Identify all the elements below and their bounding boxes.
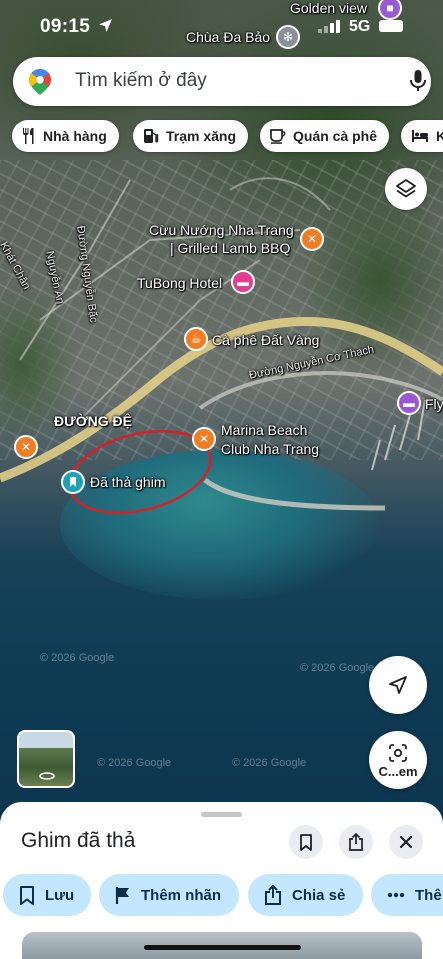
label-ca-phe[interactable]: Cà phê Đất Vàng — [212, 332, 319, 348]
label-dropped-pin[interactable]: Đã thả ghim — [90, 474, 165, 490]
layers-icon — [396, 179, 416, 198]
map-copyright: © 2026 Google — [40, 652, 115, 664]
flag-icon — [115, 886, 129, 904]
save-button-label: Lưu — [45, 886, 75, 904]
more-button[interactable]: Thê — [371, 874, 443, 916]
status-bar: 09:15 5G — [0, 0, 443, 52]
chip-hotels[interactable]: K — [401, 120, 443, 152]
share-icon-button[interactable] — [339, 825, 373, 859]
network-type: 5G — [349, 18, 371, 35]
layers-button[interactable] — [385, 168, 427, 210]
search-bar[interactable]: Tìm kiếm ở đây — [13, 57, 431, 106]
restaurant-poi-icon-2[interactable]: ✕ — [14, 435, 38, 459]
label-tubong[interactable]: TuBong Hotel — [137, 275, 222, 291]
my-location-button[interactable] — [369, 656, 427, 714]
map-copyright-2: © 2026 Google — [300, 662, 375, 674]
hotel-poi-icon-2[interactable]: ▬ — [397, 391, 421, 415]
cafe-poi-icon[interactable]: ☕ — [184, 327, 208, 351]
battery-icon — [379, 20, 403, 32]
gas-pump-icon — [144, 129, 159, 143]
fork-knife-icon — [23, 128, 34, 144]
more-button-label: Thê — [415, 886, 442, 904]
map-copyright-3: © 2026 Google — [97, 757, 172, 769]
microphone-icon[interactable] — [410, 70, 426, 92]
home-indicator — [144, 945, 301, 950]
bed-icon — [412, 130, 428, 142]
close-icon — [399, 835, 413, 849]
bookmark-icon — [20, 885, 34, 905]
label-marina-beach[interactable]: Marina Beach — [221, 422, 307, 438]
close-button[interactable] — [389, 825, 423, 859]
save-button[interactable]: Lưu — [3, 874, 91, 916]
chip-gas-stations[interactable]: Trạm xăng — [133, 120, 249, 152]
share-icon — [265, 885, 281, 905]
more-horizontal-icon — [387, 892, 405, 898]
chip-cafes[interactable]: Quán cà phê — [260, 120, 390, 152]
map-copyright-4: © 2026 Google — [232, 757, 307, 769]
camera-icon — [389, 744, 407, 762]
bookmark-icon — [300, 833, 312, 851]
label-cuu-nuong[interactable]: Cừu Nướng Nha Trang — [149, 222, 294, 238]
restaurant-poi-icon-3[interactable]: ✕ — [192, 427, 216, 451]
street-view-thumbnail[interactable] — [17, 730, 75, 788]
save-icon-button[interactable] — [289, 825, 323, 859]
chip-restaurants[interactable]: Nhà hàng — [12, 120, 119, 152]
share-button[interactable]: Chia sẻ — [248, 874, 363, 916]
rotate-360-icon — [39, 772, 55, 780]
chip-label: Nhà hàng — [43, 128, 107, 144]
hotel-poi-icon[interactable]: ▬ — [231, 270, 255, 294]
label-fly[interactable]: Fly — [425, 396, 443, 412]
restaurant-poi-icon[interactable]: ✕ — [300, 227, 324, 251]
add-label-button[interactable]: Thêm nhãn — [99, 874, 239, 916]
camera-button-label: C...em — [378, 764, 418, 779]
add-label-button-label: Thêm nhãn — [141, 886, 222, 904]
share-icon — [349, 833, 363, 851]
chip-label: Quán cà phê — [293, 128, 378, 144]
label-marina-club[interactable]: Club Nha Trang — [221, 441, 319, 457]
label-cuu-nuong-en[interactable]: | Grilled Lamb BBQ — [170, 240, 290, 256]
sheet-title: Ghim đã thả — [21, 829, 136, 852]
chip-label: Trạm xăng — [166, 128, 237, 144]
search-input[interactable]: Tìm kiếm ở đây — [75, 70, 207, 92]
coffee-cup-icon — [270, 128, 286, 144]
status-time: 09:15 — [40, 16, 91, 37]
navigation-arrow-icon — [389, 676, 407, 694]
google-maps-logo-icon — [29, 69, 51, 95]
camera-button[interactable]: C...em — [369, 731, 427, 789]
signal-icon — [318, 20, 340, 33]
chip-label: K — [436, 128, 443, 144]
sheet-drag-handle[interactable] — [201, 812, 242, 817]
label-duong-de: ĐƯỜNG ĐỆ — [54, 413, 133, 429]
location-arrow-icon — [99, 19, 112, 32]
dropped-pin-icon[interactable] — [61, 470, 85, 494]
share-button-label: Chia sẻ — [292, 886, 346, 904]
